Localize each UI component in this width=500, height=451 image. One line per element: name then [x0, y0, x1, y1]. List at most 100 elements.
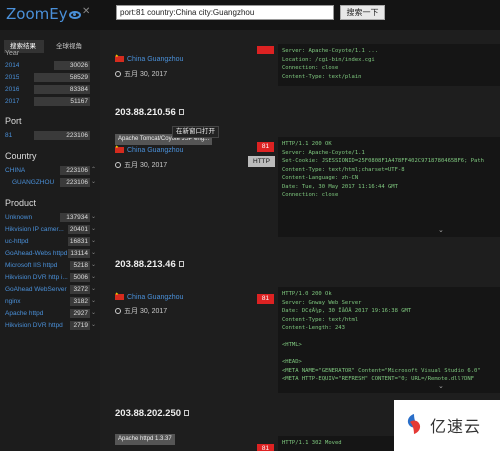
stat-count: 30026	[69, 62, 88, 69]
port-badge[interactable]: 81	[257, 294, 274, 304]
stat-count: 137934	[66, 214, 88, 221]
country-row[interactable]: CHINA 223106 ⌃	[4, 166, 96, 175]
expand-chevron-icon[interactable]: ⌄	[438, 226, 444, 234]
filter-sidebar: 搜索结果 全球视角 Year 2014 30026 2015 58529 201…	[0, 30, 100, 451]
port-badge[interactable]	[257, 46, 274, 54]
year-row[interactable]: 2016 83384	[4, 85, 90, 94]
result-location[interactable]: China Guangzhou	[115, 144, 184, 154]
date-text: 五月 30, 2017	[124, 162, 168, 169]
ip-text: 203.88.210.56	[115, 107, 176, 118]
open-in-new-window-icon[interactable]	[178, 261, 184, 268]
stat-label: Hikvision DVR httpd	[5, 322, 63, 329]
chevron-down-icon[interactable]: ⌄	[91, 237, 96, 246]
product-row[interactable]: Hikvision DVR httpd 2719 ⌄	[4, 321, 96, 330]
chevron-up-icon[interactable]: ⌃	[91, 166, 96, 175]
stat-count: 16831	[69, 238, 88, 245]
result-date: 五月 30, 2017	[115, 160, 167, 170]
stat-label: 2014	[5, 62, 20, 69]
product-row[interactable]: Hikvision DVR http i... 5006 ⌄	[4, 273, 96, 282]
stat-count: 5006	[73, 274, 88, 281]
product-row[interactable]: GoAhead WebServer 3272 ⌄	[4, 285, 96, 294]
product-row[interactable]: Microsoft IIS httpd 5218 ⌄	[4, 261, 96, 270]
stat-label: 2017	[5, 98, 20, 105]
watermark: 亿速云	[394, 400, 500, 451]
product-row[interactable]: nginx 3182 ⌄	[4, 297, 96, 306]
stat-label: GUANGZHOU	[12, 179, 55, 186]
country-header: Country	[5, 151, 37, 161]
open-in-new-window-icon[interactable]	[184, 410, 190, 417]
eye-icon	[68, 11, 81, 19]
location-text: China Guangzhou	[127, 56, 184, 63]
stat-label: Hikvision IP camer...	[5, 226, 64, 233]
result-location[interactable]: China Guangzhou	[115, 53, 184, 63]
zoomeye-logo[interactable]: ZoomEy	[6, 5, 81, 23]
chevron-down-icon[interactable]: ⌄	[91, 321, 96, 330]
port-badge[interactable]: 81	[257, 444, 274, 451]
stat-label: nginx	[5, 298, 21, 305]
search-button[interactable]: 搜索一下	[340, 5, 385, 20]
location-text: China Guangzhou	[127, 294, 184, 301]
stat-count: 20401	[69, 226, 88, 233]
port-row[interactable]: 81 223106	[4, 131, 90, 140]
year-row[interactable]: 2014 30026	[4, 61, 90, 70]
watermark-text: 亿速云	[430, 417, 482, 436]
city-row[interactable]: GUANGZHOU 223106 ⌄	[4, 178, 96, 187]
service-tag[interactable]: Apache httpd 1.3.37	[115, 434, 175, 445]
stat-count: 13114	[70, 250, 88, 257]
stat-count: 5218	[73, 262, 88, 269]
product-row[interactable]: Apache httpd 2927 ⌄	[4, 309, 96, 318]
collapse-icon[interactable]: ✕	[82, 6, 90, 17]
open-in-new-window-icon[interactable]	[178, 109, 184, 116]
stat-label: 2015	[5, 74, 20, 81]
stat-count: 223106	[66, 179, 88, 186]
date-text: 五月 30, 2017	[124, 308, 168, 315]
stat-count: 2719	[73, 322, 88, 329]
product-row[interactable]: Hikvision IP camer... 20401 ⌄	[4, 225, 96, 234]
stat-label: GoAhead WebServer	[5, 286, 67, 293]
chevron-down-icon[interactable]: ⌄	[91, 178, 96, 187]
stat-count: 83384	[69, 86, 88, 93]
expand-chevron-icon[interactable]: ⌄	[438, 382, 444, 390]
protocol-badge[interactable]: HTTP	[248, 156, 275, 167]
year-row[interactable]: 2017 51167	[4, 97, 90, 106]
stat-label: CHINA	[5, 167, 26, 174]
chevron-down-icon[interactable]: ⌄	[91, 285, 96, 294]
year-row[interactable]: 2015 58529	[4, 73, 90, 82]
stat-count: 58529	[69, 74, 88, 81]
stat-count: 2927	[73, 310, 88, 317]
results-panel: China Guangzhou 五月 30, 2017 Server: Apac…	[100, 30, 500, 451]
response-banner: Server: Apache-Coyote/1.1 ... Location: …	[278, 44, 500, 86]
stat-label: Hikvision DVR http i...	[5, 274, 68, 281]
chevron-down-icon[interactable]: ⌄	[91, 261, 96, 270]
chevron-down-icon[interactable]: ⌄	[91, 249, 96, 258]
result-ip[interactable]: 203.88.202.250	[115, 408, 190, 419]
tooltip: 在新窗口打开	[172, 126, 219, 138]
logo-text: ZoomEy	[6, 5, 68, 23]
chevron-down-icon[interactable]: ⌄	[91, 213, 96, 222]
result-date: 五月 30, 2017	[115, 69, 167, 79]
yisu-logo-icon	[407, 414, 421, 434]
location-text: China Guangzhou	[127, 147, 184, 154]
result-ip[interactable]: 203.88.210.56	[115, 107, 184, 118]
result-ip[interactable]: 203.88.213.46	[115, 259, 184, 270]
chevron-down-icon[interactable]: ⌄	[91, 297, 96, 306]
result-location[interactable]: China Guangzhou	[115, 291, 184, 301]
chevron-down-icon[interactable]: ⌄	[91, 225, 96, 234]
stat-label: Microsoft IIS httpd	[5, 262, 58, 269]
chevron-down-icon[interactable]: ⌄	[91, 309, 96, 318]
ip-text: 203.88.202.250	[115, 408, 182, 419]
tab-global-view[interactable]: 全球视角	[50, 40, 90, 53]
clock-icon	[115, 162, 121, 169]
clock-icon	[115, 71, 121, 78]
stat-label: Unknown	[5, 214, 33, 221]
search-input[interactable]: port:81 country:China city:Guangzhou	[116, 5, 334, 20]
chevron-down-icon[interactable]: ⌄	[91, 273, 96, 282]
product-row[interactable]: GoAhead-Webs httpd 13114 ⌄	[4, 249, 96, 258]
stat-label: 81	[5, 132, 13, 139]
china-flag-icon	[115, 53, 124, 63]
port-header: Port	[5, 116, 22, 126]
product-row[interactable]: Unknown 137934 ⌄	[4, 213, 96, 222]
product-row[interactable]: uc-httpd 16831 ⌄	[4, 237, 96, 246]
stat-count: 3182	[73, 298, 88, 305]
port-badge[interactable]: 81	[257, 142, 274, 152]
